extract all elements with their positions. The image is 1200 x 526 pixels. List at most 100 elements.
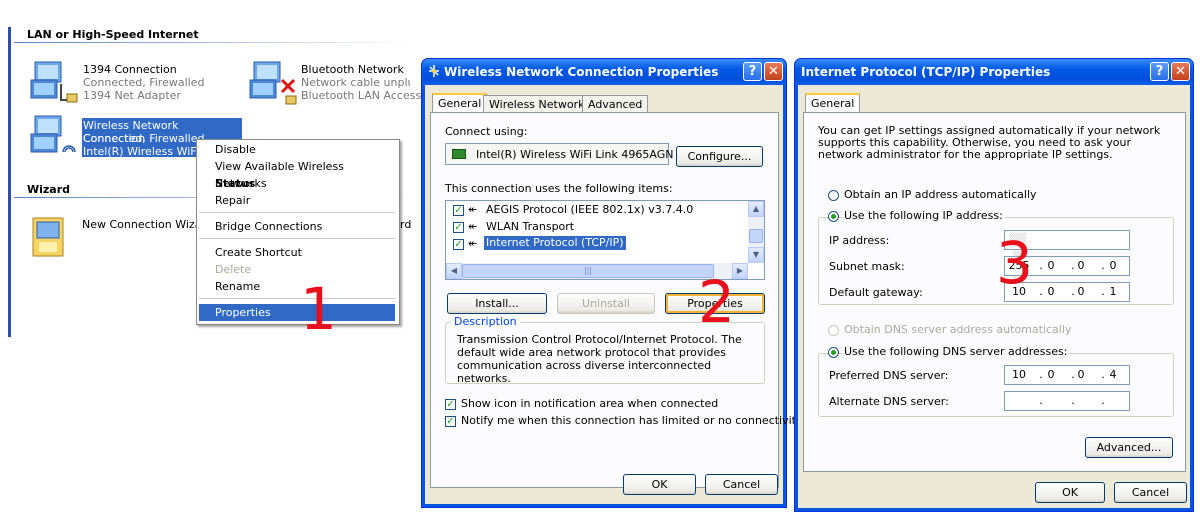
menu-item-properties[interactable]: Properties xyxy=(199,304,395,321)
octet-4: 1 xyxy=(1109,285,1117,298)
adapter-field: Intel(R) Wireless WiFi Link 4965AGN xyxy=(445,143,673,165)
alternate-dns-input[interactable]: ... xyxy=(1004,391,1130,411)
ok-button[interactable]: OK xyxy=(623,474,696,495)
description-title: Description xyxy=(451,315,520,328)
tab-wireless-networks[interactable]: Wireless Networks xyxy=(483,95,597,113)
menu-separator xyxy=(199,238,395,239)
connection-1394-icon[interactable] xyxy=(27,58,79,108)
cancel-button[interactable]: Cancel xyxy=(705,474,778,495)
obtain-dns-auto-radio xyxy=(828,325,839,336)
octet-3: 0 xyxy=(1077,368,1085,381)
network-component-icon: ↞ xyxy=(468,203,478,216)
item-checkbox[interactable]: ✓ xyxy=(453,222,464,233)
adapter-name: Intel(R) Wireless WiFi Link 4965AGN xyxy=(476,148,674,161)
alternate-dns-label: Alternate DNS server: xyxy=(829,395,949,408)
menu-item-rename[interactable]: Rename xyxy=(199,278,395,295)
item-checkbox[interactable]: ✓ xyxy=(453,205,464,216)
use-following-dns-radio[interactable] xyxy=(828,347,839,358)
use-following-dns-label: Use the following DNS server addresses: xyxy=(842,345,1070,358)
menu-item-status[interactable]: Status xyxy=(199,175,395,192)
octet-4: 0 xyxy=(1109,259,1117,272)
menu-item-delete: Delete xyxy=(215,263,252,276)
component-wlan-transport[interactable]: WLAN Transport xyxy=(486,220,574,233)
component-tcpip[interactable]: Internet Protocol (TCP/IP) xyxy=(484,236,626,250)
new-connection-wizard-label-tail: rd xyxy=(400,218,412,231)
component-aegis[interactable]: AEGIS Protocol (IEEE 802.1x) v3.7.4.0 xyxy=(486,203,693,216)
octet-2: 0 xyxy=(1047,285,1055,298)
preferred-dns-label: Preferred DNS server: xyxy=(829,369,949,382)
connect-using-label: Connect using: xyxy=(445,125,528,138)
use-following-ip-radio[interactable] xyxy=(828,211,839,222)
scroll-up-button[interactable]: ▲ xyxy=(748,201,764,217)
network-component-icon: ↞ xyxy=(468,237,478,250)
section-lan-title: LAN or High-Speed Internet xyxy=(27,28,199,41)
cancel-button[interactable]: Cancel xyxy=(1114,482,1187,503)
connection-wireless-status: Connected, Firewalled xyxy=(83,132,205,145)
show-icon-label: Show icon in notification area when conn… xyxy=(461,397,719,410)
section-wizard-title: Wizard xyxy=(27,183,71,196)
gateway-label: Default gateway: xyxy=(829,286,923,299)
advanced-button[interactable]: Advanced... xyxy=(1085,437,1173,458)
menu-item-repair[interactable]: Repair xyxy=(199,192,395,209)
connection-bluetooth-device: Bluetooth LAN Access xyxy=(301,89,422,102)
intro-text: You can get IP settings assigned automat… xyxy=(818,124,1161,161)
items-label: This connection uses the following items… xyxy=(445,182,673,195)
help-button[interactable]: ? xyxy=(743,62,762,81)
vertical-scroll-thumb[interactable] xyxy=(749,229,763,243)
connection-1394-status: Connected, Firewalled xyxy=(83,76,205,89)
new-connection-wizard-label[interactable]: New Connection Wizard xyxy=(82,218,213,231)
new-connection-wizard-icon[interactable] xyxy=(27,212,71,262)
notify-checkbox[interactable]: ✓ xyxy=(445,416,456,427)
scroll-down-button[interactable]: ▼ xyxy=(748,247,764,263)
connection-1394-device: 1394 Net Adapter xyxy=(83,89,181,102)
octet-3: 0 xyxy=(1077,285,1085,298)
section-divider xyxy=(14,42,414,43)
obtain-ip-auto-radio[interactable] xyxy=(828,190,839,201)
menu-separator xyxy=(199,212,395,213)
connection-bluetooth-status: Network cable unplugged xyxy=(301,76,410,89)
context-menu: Disable View Available Wireless Networks… xyxy=(196,139,400,325)
description-text: Transmission Control Protocol/Internet P… xyxy=(457,333,742,385)
connection-wireless-device: Intel(R) Wireless WiFi Li xyxy=(83,145,197,158)
tcpip-properties-window: Internet Protocol (TCP/IP) Properties ? … xyxy=(794,58,1194,512)
show-icon-checkbox[interactable]: ✓ xyxy=(445,399,456,410)
connection-bluetooth-icon[interactable] xyxy=(246,58,298,108)
uninstall-button: Uninstall xyxy=(557,293,655,314)
notify-label: Notify me when this connection has limit… xyxy=(461,414,803,427)
tcpip-general-page: You can get IP settings assigned automat… xyxy=(803,112,1186,472)
tcpip-properties-titlebar[interactable]: Internet Protocol (TCP/IP) Properties ? … xyxy=(795,59,1193,85)
menu-item-create-shortcut[interactable]: Create Shortcut xyxy=(199,244,395,261)
install-button[interactable]: Install... xyxy=(447,293,547,314)
item-checkbox[interactable]: ✓ xyxy=(453,239,464,250)
tab-general[interactable]: General xyxy=(432,93,488,113)
tcpip-properties-title: Internet Protocol (TCP/IP) Properties xyxy=(801,65,1051,79)
scroll-left-button[interactable]: ◀ xyxy=(446,263,462,279)
wireless-properties-titlebar[interactable]: Wireless Network Connection Properties ?… xyxy=(422,59,786,85)
subnet-mask-label: Subnet mask: xyxy=(829,260,905,273)
tab-advanced[interactable]: Advanced xyxy=(582,95,649,113)
close-button[interactable]: ✕ xyxy=(1171,62,1190,81)
step-2-marker: 2 xyxy=(698,268,735,336)
octet-1: 10 xyxy=(1012,368,1026,381)
connection-bluetooth-name: Bluetooth Network xyxy=(301,63,404,76)
step-1-marker: 1 xyxy=(300,275,337,343)
preferred-dns-input[interactable]: 10. 0. 0. 4 xyxy=(1004,365,1130,385)
tab-general[interactable]: General xyxy=(805,93,861,113)
menu-item-bridge-connections[interactable]: Bridge Connections xyxy=(199,218,395,235)
configure-button[interactable]: Configure... xyxy=(676,146,763,167)
ok-button[interactable]: OK xyxy=(1035,482,1105,503)
explorer-side-bar xyxy=(8,27,11,337)
obtain-ip-auto-label: Obtain an IP address automatically xyxy=(844,188,1037,201)
tcpip-properties-client: General You can get IP settings assigned… xyxy=(798,85,1190,508)
menu-item-disable[interactable]: Disable xyxy=(199,141,395,158)
octet-2: 0 xyxy=(1047,259,1055,272)
help-button[interactable]: ? xyxy=(1150,62,1169,81)
horizontal-scroll-thumb[interactable]: ||| xyxy=(462,264,714,278)
close-button[interactable]: ✕ xyxy=(764,62,783,81)
connection-wireless-icon[interactable] xyxy=(27,112,79,162)
menu-item-view-wireless-networks[interactable]: View Available Wireless Networks xyxy=(199,158,395,190)
step-3-marker: 3 xyxy=(996,229,1033,297)
adapter-icon xyxy=(452,149,466,159)
ip-address-label: IP address: xyxy=(829,234,890,247)
wireless-properties-title: Wireless Network Connection Properties xyxy=(444,65,719,79)
